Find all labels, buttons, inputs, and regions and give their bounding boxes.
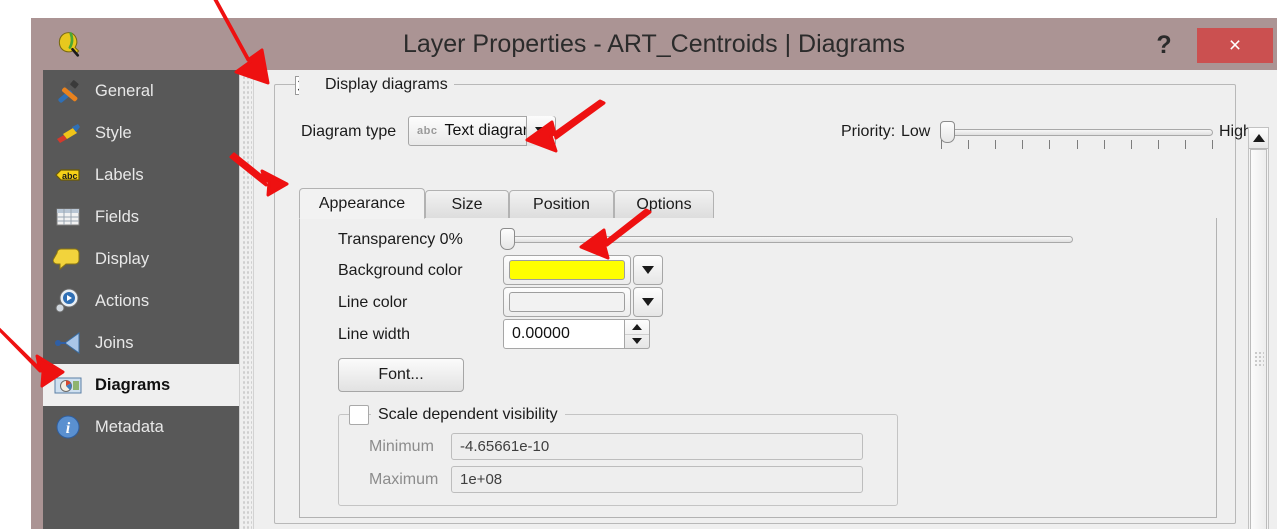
scale-visibility-checkbox[interactable] <box>349 405 369 425</box>
appearance-tabs: Appearance Size Position Options <box>299 188 1217 219</box>
background-color-button[interactable] <box>503 255 631 285</box>
sidebar-item-label: Actions <box>95 291 150 310</box>
sidebar-item-label: General <box>95 81 154 100</box>
minimum-value: -4.65661e-10 <box>460 438 550 455</box>
table-grid-icon <box>53 202 83 232</box>
abc-label-icon: abc <box>53 160 83 190</box>
sidebar-item-joins[interactable]: Joins <box>43 322 239 364</box>
layer-properties-dialog: Layer Properties - ART_Centroids | Diagr… <box>31 18 1277 529</box>
title-bar: Layer Properties - ART_Centroids | Diagr… <box>31 18 1277 70</box>
window-title: Layer Properties - ART_Centroids | Diagr… <box>402 30 906 58</box>
sidebar-item-actions[interactable]: Actions <box>43 280 239 322</box>
transparency-label: Transparency 0% <box>338 231 463 248</box>
scrollbar-thumb[interactable] <box>1250 149 1267 529</box>
diagram-type-dropdown-button[interactable] <box>526 116 555 146</box>
sidebar-item-label: Diagrams <box>95 375 171 394</box>
spinner-up-icon <box>632 324 642 330</box>
sidebar-item-metadata[interactable]: i Metadata <box>43 406 239 448</box>
screenshot-root: Layer Properties - ART_Centroids | Diagr… <box>0 0 1277 529</box>
maximum-label: Maximum <box>369 471 439 488</box>
sidebar-item-label: Labels <box>95 165 144 184</box>
diagram-type-combobox[interactable]: abc Text diagram <box>408 116 556 146</box>
scale-visibility-label: Scale dependent visibility <box>371 404 565 426</box>
sidebar-item-display[interactable]: Display <box>43 238 239 280</box>
content-pane: Display diagrams Diagram type abc Text d… <box>253 70 1277 529</box>
join-arrow-icon <box>53 328 83 358</box>
sidebar-item-label: Joins <box>95 333 134 352</box>
chevron-down-icon <box>642 298 654 306</box>
sidebar-item-label: Metadata <box>95 417 164 436</box>
spinner-down-button[interactable] <box>625 334 649 348</box>
display-diagrams-group: Display diagrams Diagram type abc Text d… <box>274 74 1252 524</box>
diagram-type-value: Text diagram <box>444 122 537 139</box>
scroll-up-button[interactable] <box>1249 128 1268 149</box>
sidebar-item-label: Fields <box>95 207 140 226</box>
tab-position[interactable]: Position <box>509 190 614 219</box>
transparency-slider-handle[interactable] <box>500 228 515 250</box>
abc-badge-icon: abc <box>417 125 438 137</box>
minimum-label: Minimum <box>369 438 434 455</box>
display-diagrams-label: Display diagrams <box>299 74 454 96</box>
close-button[interactable]: × <box>1197 28 1273 63</box>
chevron-down-icon <box>535 127 547 135</box>
sidebar: General Style abc Labels Fields Display … <box>43 70 239 529</box>
priority-prefix-label: Priority: <box>841 123 896 140</box>
sidebar-splitter[interactable] <box>239 70 254 529</box>
priority-low-label: Low <box>901 123 931 140</box>
hammer-screwdriver-icon <box>53 76 83 106</box>
sidebar-item-general[interactable]: General <box>43 70 239 112</box>
tab-appearance[interactable]: Appearance <box>299 188 425 219</box>
scroll-up-arrow-icon <box>1252 134 1265 142</box>
gear-play-icon <box>53 286 83 316</box>
transparency-slider-track[interactable] <box>503 236 1073 243</box>
paintbrush-icon <box>53 118 83 148</box>
background-color-swatch <box>509 260 625 280</box>
speech-bubble-icon <box>52 244 83 274</box>
tab-size[interactable]: Size <box>425 190 509 219</box>
line-width-spinbox[interactable]: 0.00000 <box>503 319 650 349</box>
line-color-button[interactable] <box>503 287 631 317</box>
sidebar-item-label: Style <box>95 123 132 142</box>
line-color-swatch <box>509 292 625 312</box>
spinner-down-icon <box>632 338 642 344</box>
sidebar-item-label: Display <box>95 249 150 268</box>
sidebar-item-fields[interactable]: Fields <box>43 196 239 238</box>
svg-text:abc: abc <box>62 171 78 181</box>
priority-slider-track[interactable] <box>941 129 1213 136</box>
font-button[interactable]: Font... <box>338 358 464 392</box>
help-button[interactable]: ? <box>1142 28 1186 63</box>
sidebar-item-style[interactable]: Style <box>43 112 239 154</box>
background-color-dropdown-button[interactable] <box>633 255 663 285</box>
chevron-down-icon <box>642 266 654 274</box>
scale-visibility-group: Scale dependent visibility Minimum -4.65… <box>338 404 898 506</box>
scrollbar-grip-icon <box>1254 350 1264 367</box>
sidebar-item-labels[interactable]: abc Labels <box>43 154 239 196</box>
line-width-label: Line width <box>338 326 411 343</box>
info-circle-icon: i <box>53 412 83 442</box>
splitter-grip-icon <box>242 70 252 529</box>
line-width-stepper[interactable] <box>624 319 650 349</box>
content-scrollbar[interactable] <box>1248 127 1269 529</box>
pie-chart-image-icon <box>53 370 83 400</box>
sidebar-item-diagrams[interactable]: Diagrams <box>43 364 239 406</box>
appearance-panel: Transparency 0% Background color Line co… <box>299 218 1217 518</box>
line-color-label: Line color <box>338 294 408 311</box>
diagram-type-label: Diagram type <box>301 123 397 140</box>
svg-text:i: i <box>66 420 71 437</box>
tab-options[interactable]: Options <box>614 190 714 219</box>
priority-slider-ticks <box>941 140 1213 150</box>
priority-high-label: High <box>1219 123 1252 140</box>
minimum-field[interactable]: -4.65661e-10 <box>451 433 863 460</box>
spinner-up-button[interactable] <box>625 320 649 335</box>
maximum-value: 1e+08 <box>460 471 503 488</box>
maximum-field[interactable]: 1e+08 <box>451 466 863 493</box>
priority-slider-group: Priority: Low High <box>841 116 1252 156</box>
background-color-label: Background color <box>338 262 463 279</box>
line-color-dropdown-button[interactable] <box>633 287 663 317</box>
line-width-value: 0.00000 <box>512 325 570 342</box>
